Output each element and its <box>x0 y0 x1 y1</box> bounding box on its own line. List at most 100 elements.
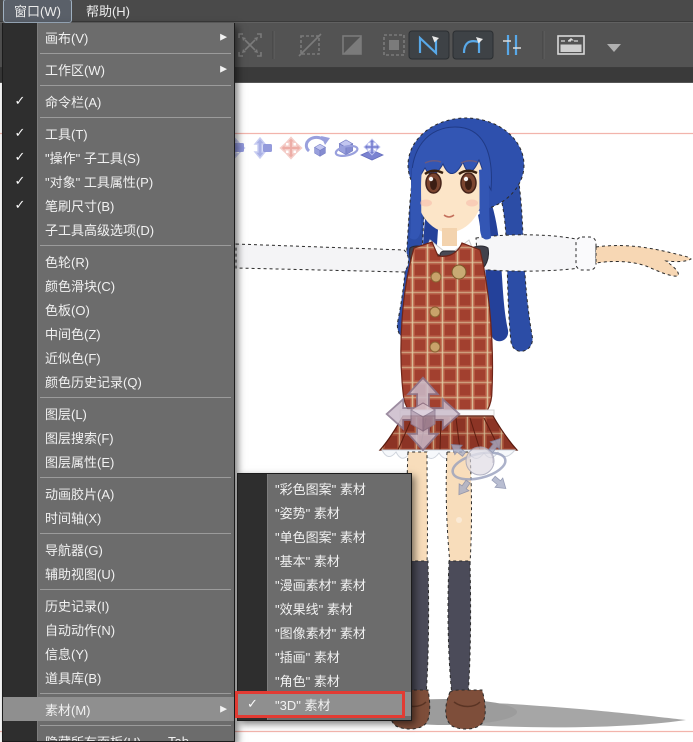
window-menu-item[interactable]: 隐藏所有面板(H) Tab <box>3 729 234 742</box>
menu-item-label: "角色" 素材 <box>275 673 340 689</box>
window-menu-item[interactable]: 素材(M) ▶ <box>3 697 234 721</box>
checkmark-icon: ✓ <box>14 197 26 212</box>
transform-cage-icon <box>238 33 262 57</box>
material-submenu-item[interactable]: "效果线" 素材 <box>238 596 411 620</box>
menu-item-label: 命令栏(A) <box>45 94 102 110</box>
camera-zoom-icon[interactable] <box>253 136 272 160</box>
window-menu-item[interactable]: ✓ "操作" 子工具(S) <box>3 145 234 169</box>
selection-area-icon <box>383 34 405 56</box>
menu-item-label: "操作" 子工具(S) <box>45 150 141 166</box>
window-menu-panel: 画布(V) ▶ 工作区(W) ▶ ✓ 命令栏(A) ✓ 工具(T) ✓ "操作" 子工具(S) ✓ "… <box>2 23 235 742</box>
window-menu-item[interactable]: 颜色历史记录(Q) <box>3 369 234 393</box>
window-menu-item[interactable]: 图层(L) <box>3 401 234 425</box>
window-menu-item[interactable]: ✓ 笔刷尺寸(B) <box>3 193 234 217</box>
ruler-slash-icon <box>298 33 322 57</box>
menu-item-label: "效果线" 素材 <box>275 601 353 617</box>
menu-item-label: 隐藏所有面板(H) <box>45 734 142 742</box>
menu-item-label: 颜色历史记录(Q) <box>45 374 142 390</box>
window-menu-item[interactable]: 近似色(F) <box>3 345 234 369</box>
menu-item-label: 工作区(W) <box>45 62 105 78</box>
menu-item-label: 中间色(Z) <box>45 326 101 342</box>
material-submenu-item[interactable]: "角色" 素材 <box>238 668 411 692</box>
toolbar-overflow-icon[interactable] <box>607 44 621 52</box>
menu-item-label: 色轮(R) <box>45 254 90 270</box>
snap-to-ruler-button[interactable] <box>408 30 450 60</box>
menu-separator <box>3 49 234 57</box>
window-menu-item[interactable]: 动画胶片(A) <box>3 481 234 505</box>
material-submenu-item[interactable]: "基本" 素材 <box>238 548 411 572</box>
window-menu-item[interactable]: 颜色滑块(C) <box>3 273 234 297</box>
snap-to-special-ruler-button[interactable] <box>503 35 521 55</box>
right-sleeve <box>475 234 581 272</box>
move-object-icon[interactable] <box>279 136 303 160</box>
window-menu-item[interactable]: 导航器(G) <box>3 537 234 561</box>
material-submenu-panel: "彩色图案" 素材 "姿势" 素材 "单色图案" 素材 "基本" 素材 "漫画素材" 素… <box>237 473 412 721</box>
menu-item-label: 笔刷尺寸(B) <box>45 198 115 214</box>
checkmark-icon: ✓ <box>14 149 26 164</box>
menu-separator <box>3 81 234 89</box>
menu-item-label: "插画" 素材 <box>275 649 340 665</box>
menu-item-label: 画布(V) <box>45 30 89 46</box>
menu-separator <box>3 113 234 121</box>
menu-item-label: "图像素材" 素材 <box>275 625 366 641</box>
material-panel-icon[interactable] <box>557 35 585 55</box>
menu-separator <box>3 721 234 729</box>
window-menu-item[interactable]: 画布(V) ▶ <box>3 25 234 49</box>
menu-item-label: "漫画素材" 素材 <box>275 577 366 593</box>
menu-item-label: 信息(Y) <box>45 646 89 662</box>
move-on-plane-icon[interactable] <box>360 138 384 161</box>
window-menu-item[interactable]: 图层搜索(F) <box>3 425 234 449</box>
app-window: 窗口(W) 帮助(H) 画布(V) ▶ 工作区(W) ▶ ✓ 命令栏(A) ✓ … <box>0 0 693 742</box>
menubar-item-window[interactable]: 窗口(W) <box>3 0 72 23</box>
window-menu-item[interactable]: 工作区(W) ▶ <box>3 57 234 81</box>
menu-separator <box>3 529 234 537</box>
menubar-item-help[interactable]: 帮助(H) <box>75 0 141 23</box>
menu-item-label: 子工具高级选项(D) <box>45 222 155 238</box>
sleeve-cuff <box>575 236 597 271</box>
rotate-object-icon[interactable] <box>304 135 330 157</box>
right-leg <box>445 451 472 565</box>
menu-item-label: 色板(O) <box>45 302 90 318</box>
window-menu-item[interactable]: 中间色(Z) <box>3 321 234 345</box>
window-menu-item[interactable]: 辅助视图(U) <box>3 561 234 585</box>
chest-badge <box>451 264 467 280</box>
left-sleeve <box>235 243 409 273</box>
material-submenu-item[interactable]: "漫画素材" 素材 <box>238 572 411 596</box>
window-menu-item[interactable]: ✓ 命令栏(A) <box>3 89 234 113</box>
menu-item-label: 历史记录(I) <box>45 598 110 614</box>
material-submenu-item[interactable]: "插画" 素材 <box>238 644 411 668</box>
menu-separator <box>3 585 234 593</box>
snap-to-curve-button[interactable] <box>452 30 494 60</box>
orbit-object-icon[interactable] <box>334 139 359 158</box>
menu-item-label: 素材(M) <box>45 702 91 718</box>
material-submenu-item[interactable]: "单色图案" 素材 <box>238 524 411 548</box>
red-highlight-box <box>235 691 405 718</box>
menu-item-label: "彩色图案" 素材 <box>275 481 366 497</box>
menu-item-label: 导航器(G) <box>45 542 103 558</box>
menu-item-label: 工具(T) <box>45 126 88 142</box>
window-menu-item[interactable]: 信息(Y) <box>3 641 234 665</box>
menu-item-label: 图层搜索(F) <box>45 430 114 446</box>
window-menu-item[interactable]: 子工具高级选项(D) <box>3 217 234 241</box>
window-menu-item[interactable]: 时间轴(X) <box>3 505 234 529</box>
window-menu-item[interactable]: 道具库(B) <box>3 665 234 689</box>
window-menu-item[interactable]: 历史记录(I) <box>3 593 234 617</box>
window-menu-item[interactable]: 自动动作(N) <box>3 617 234 641</box>
menu-separator <box>3 241 234 249</box>
material-submenu-item[interactable]: "姿势" 素材 <box>238 500 411 524</box>
material-submenu-item[interactable]: "彩色图案" 素材 <box>238 476 411 500</box>
window-menu-item[interactable]: ✓ 工具(T) <box>3 121 234 145</box>
submenu-arrow-icon: ▶ <box>220 31 227 42</box>
material-submenu-item[interactable]: "图像素材" 素材 <box>238 620 411 644</box>
menu-item-label: "基本" 素材 <box>275 553 340 569</box>
menu-item-label: 辅助视图(U) <box>45 566 116 582</box>
menu-item-label: 动画胶片(A) <box>45 486 115 502</box>
menu-item-label: "单色图案" 素材 <box>275 529 366 545</box>
window-menu-item[interactable]: 图层属性(E) <box>3 449 234 473</box>
checkmark-icon: ✓ <box>14 173 26 188</box>
submenu-arrow-icon: ▶ <box>220 703 227 714</box>
window-menu-item[interactable]: 色轮(R) <box>3 249 234 273</box>
window-menu-item[interactable]: 色板(O) <box>3 297 234 321</box>
window-menu-item[interactable]: ✓ "对象" 工具属性(P) <box>3 169 234 193</box>
submenu-arrow-icon: ▶ <box>220 63 227 74</box>
